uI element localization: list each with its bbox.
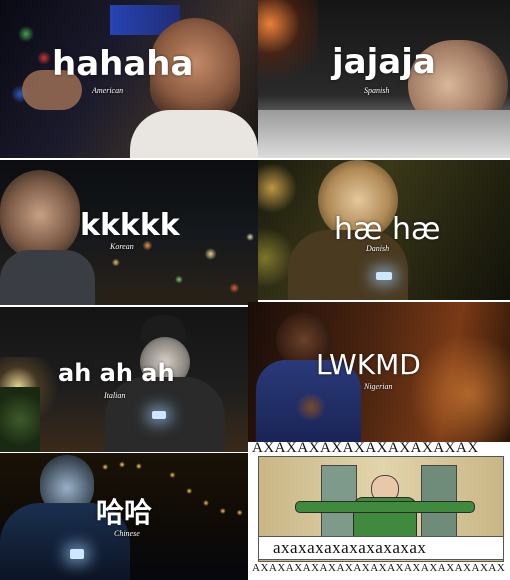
phone — [376, 272, 392, 280]
character-arms — [295, 501, 475, 513]
language-label: Spanish — [364, 86, 390, 95]
panel-italian: ah ah ah Italian — [0, 307, 248, 452]
panel-nigerian: LWKMD Nigerian — [248, 302, 510, 442]
plants — [0, 387, 40, 452]
phone — [70, 549, 84, 559]
warm-glow — [408, 322, 510, 442]
phone — [152, 411, 166, 419]
language-label: Nigerian — [364, 382, 393, 391]
lamp-glow — [258, 0, 318, 80]
panel-american: hahaha American — [0, 0, 258, 158]
top-axa-text: AXAXAXAXAXAXAXAXAXAX — [252, 442, 479, 456]
panel-korean: kkkkk Korean — [0, 160, 258, 305]
panel-spanish: jajaja Spanish — [258, 0, 510, 158]
laugh-text: hahaha — [52, 44, 194, 84]
laugh-text: kkkkk — [80, 208, 180, 243]
laugh-text: 哈哈 — [96, 496, 153, 529]
shirt — [0, 250, 95, 305]
laugh-text: hæ hæ — [334, 212, 441, 247]
pillow — [258, 110, 510, 158]
language-label: Italian — [104, 391, 126, 400]
language-label: Korean — [110, 242, 134, 251]
laugh-text: jajaja — [332, 42, 436, 82]
laugh-text: LWKMD — [316, 348, 421, 381]
language-label: Chinese — [114, 529, 140, 538]
laugh-text: ah ah ah — [58, 359, 175, 387]
caption-text: axaxaxaxaxaxaxaxax — [273, 538, 427, 557]
panel-chinese: 哈哈 Chinese — [0, 453, 248, 580]
bottom-axa-text: AXAXAXAXAXAXAXAXAXAXAXAXAXAXAX — [252, 562, 506, 574]
panel-danish: hæ hæ Danish — [258, 160, 510, 300]
panel-greek-cartoon: AXAXAXAXAXAXAXAXAXAX axaxaxaxaxaxaxaxax … — [248, 442, 510, 580]
caption-bar: axaxaxaxaxaxaxaxax — [258, 536, 504, 560]
shirt — [130, 110, 258, 158]
language-label: Danish — [366, 244, 390, 253]
person — [0, 170, 80, 260]
language-label: American — [92, 86, 124, 95]
shirt-graphic — [294, 394, 328, 420]
